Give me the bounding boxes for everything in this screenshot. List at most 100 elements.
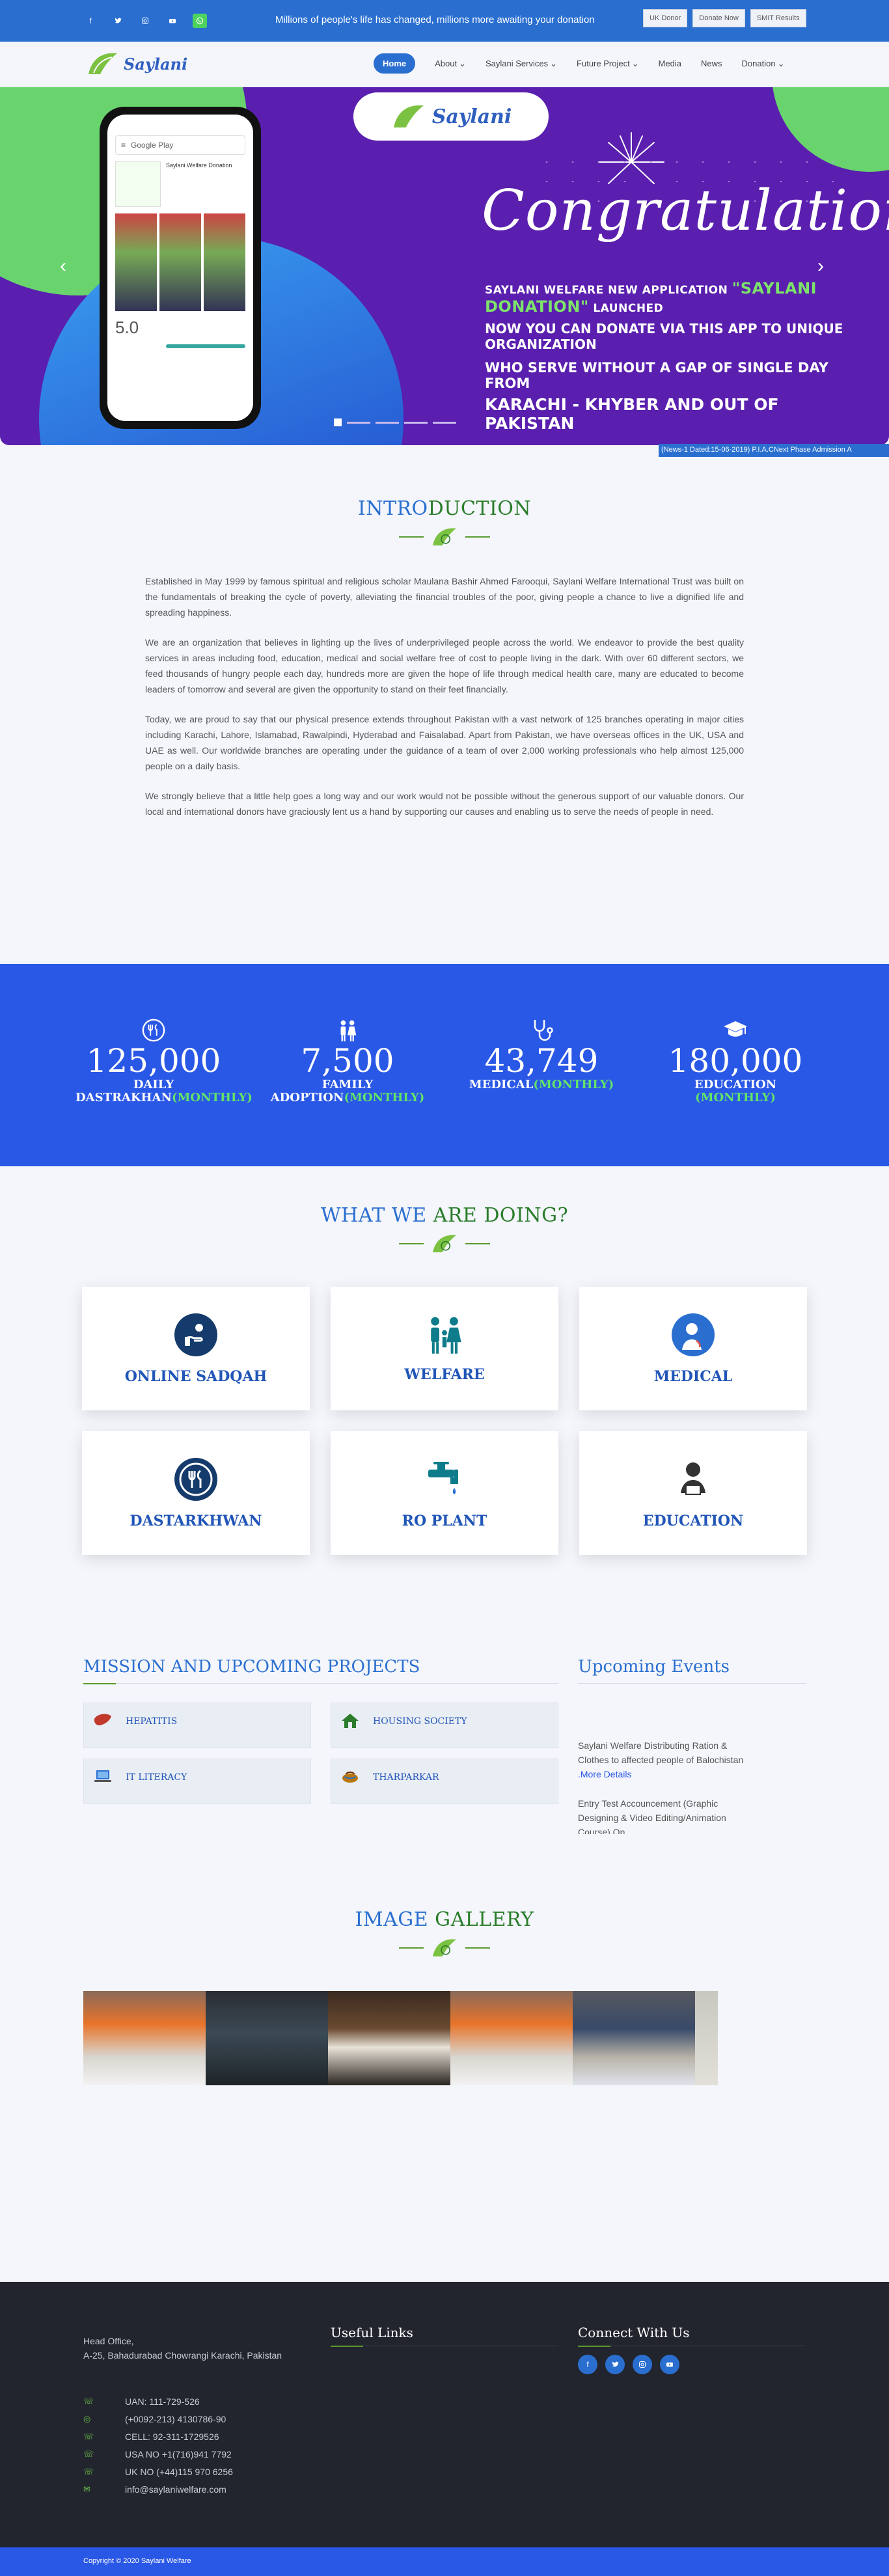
heading-ornament bbox=[0, 1232, 889, 1255]
site-logo[interactable]: Saylani bbox=[86, 48, 203, 79]
twitter-icon[interactable] bbox=[605, 2355, 625, 2374]
gallery-photo[interactable] bbox=[450, 1991, 573, 2085]
instagram-icon[interactable] bbox=[633, 2355, 652, 2374]
gallery-photo[interactable] bbox=[83, 1991, 206, 2085]
service-card-dastarkhwan[interactable]: DASTARKHWAN bbox=[82, 1431, 310, 1555]
facebook-icon[interactable]: f bbox=[83, 14, 98, 28]
carousel-next-icon[interactable]: › bbox=[817, 255, 824, 277]
family-icon bbox=[431, 1317, 461, 1354]
project-it-literacy[interactable]: IT LITERACY bbox=[83, 1759, 311, 1804]
twitter-icon[interactable] bbox=[111, 14, 125, 28]
chevron-down-icon: ⌄ bbox=[777, 58, 785, 68]
stat-value: 125,000 bbox=[86, 1042, 221, 1080]
hero-line-1: Saylani welfare new application "SAYLANI… bbox=[485, 279, 856, 316]
project-label: HEPATITIS bbox=[126, 1716, 178, 1727]
uk-donor-button[interactable]: UK Donor bbox=[643, 9, 688, 27]
hero-text: Saylani welfare new application "SAYLANI… bbox=[485, 279, 856, 433]
instagram-icon[interactable] bbox=[138, 14, 152, 28]
contact-usa[interactable]: ☏ USA NO +1(716)941 7792 bbox=[83, 2445, 233, 2463]
main-navbar: Saylani Home About ⌄ Saylani Services ⌄ Fu… bbox=[0, 42, 889, 87]
services-grid: ONLINE SADQAH WELFARE MEDICAL DASTARKHWA… bbox=[82, 1287, 807, 1555]
app-icon bbox=[115, 161, 161, 207]
service-card-medical[interactable]: MEDICAL bbox=[579, 1287, 807, 1410]
gallery-heading: IMAGE GALLERY bbox=[0, 1908, 889, 1960]
liver-icon bbox=[94, 1714, 111, 1725]
google-play-searchbar: ≡ Google Play bbox=[115, 135, 245, 155]
nav-future-project[interactable]: Future Project ⌄ bbox=[577, 59, 639, 69]
intro-paragraph: Today, we are proud to say that our phys… bbox=[145, 714, 744, 771]
contact-email[interactable]: ✉ info@saylaniwelfare.com bbox=[83, 2480, 233, 2498]
stat-label: EDUCATION (MONTHLY) bbox=[694, 1078, 777, 1104]
nav-donation-label: Donation bbox=[741, 59, 776, 68]
intro-paragraph: We strongly believe that a little help g… bbox=[145, 791, 744, 817]
youtube-icon[interactable] bbox=[660, 2355, 679, 2374]
stat-value: 7,500 bbox=[301, 1042, 394, 1080]
service-card-label: DASTARKHWAN bbox=[130, 1513, 262, 1529]
logo-leaf-icon bbox=[393, 105, 424, 128]
carousel-dot[interactable] bbox=[334, 418, 342, 426]
whatsapp-icon[interactable] bbox=[193, 14, 207, 28]
address-label: Head Office, bbox=[83, 2336, 134, 2346]
gallery-photo[interactable] bbox=[573, 1991, 695, 2085]
service-card-label: ONLINE SADQAH bbox=[124, 1368, 267, 1385]
carousel-dot[interactable] bbox=[433, 422, 456, 424]
logo-wordmark: Saylani bbox=[124, 54, 188, 74]
carousel-dot[interactable] bbox=[347, 422, 370, 424]
phone-icon: ☏ bbox=[83, 2448, 94, 2459]
gallery-photo[interactable] bbox=[328, 1991, 450, 2085]
facebook-icon[interactable]: f bbox=[578, 2355, 597, 2374]
contact-text: info@saylaniwelfare.com bbox=[125, 2484, 226, 2495]
youtube-icon[interactable] bbox=[165, 14, 180, 28]
useful-links-title: Useful Links bbox=[331, 2325, 413, 2340]
contact-cell[interactable]: ☏ CELL: 92-311-1729526 bbox=[83, 2428, 233, 2445]
heading-ornament bbox=[0, 1936, 889, 1960]
service-card-ro-plant[interactable]: RO PLANT bbox=[331, 1431, 558, 1555]
contact-uk[interactable]: ☏ UK NO (+44)115 970 6256 bbox=[83, 2463, 233, 2480]
contact-landline[interactable]: ◎ (+0092-213) 4130786-90 bbox=[83, 2410, 233, 2428]
hero-carousel: ≡ Google Play Saylani Welfare Donation 5… bbox=[0, 87, 889, 445]
nav-home[interactable]: Home bbox=[374, 53, 416, 74]
image-gallery-section: IMAGE GALLERY bbox=[0, 1878, 889, 2282]
service-card-label: MEDICAL bbox=[653, 1368, 733, 1385]
carousel-dot[interactable] bbox=[404, 422, 428, 424]
nav-about[interactable]: About ⌄ bbox=[435, 59, 466, 69]
intro-paragraph: Established in May 1999 by famous spirit… bbox=[145, 576, 744, 618]
hero-line-3: who serve without a gap of single day fr… bbox=[485, 360, 828, 391]
smit-results-button[interactable]: SMIT Results bbox=[750, 9, 806, 27]
nav-media[interactable]: Media bbox=[659, 59, 681, 68]
nav-services-label: Saylani Services bbox=[486, 59, 549, 68]
nav-saylani-services[interactable]: Saylani Services ⌄ bbox=[486, 59, 557, 69]
event-more-link[interactable]: .More Details bbox=[578, 1769, 631, 1779]
stat-label: FAMILY ADOPTION(MONTHLY) bbox=[270, 1078, 425, 1104]
contact-uan[interactable]: ☏ UAN: 111-729-526 bbox=[83, 2392, 233, 2410]
carousel-indicators bbox=[334, 418, 456, 426]
hero-logo-wordmark: Saylani bbox=[431, 105, 512, 128]
carousel-prev-icon[interactable]: ‹ bbox=[60, 255, 66, 277]
service-card-education[interactable]: EDUCATION bbox=[579, 1431, 807, 1555]
nav-future-label: Future Project bbox=[577, 59, 630, 68]
services-heading: WHAT WE ARE DOING? bbox=[0, 1204, 889, 1255]
graduation-cap-icon bbox=[724, 1021, 747, 1037]
nav-news[interactable]: News bbox=[701, 59, 722, 68]
project-hepatitis[interactable]: HEPATITIS bbox=[83, 1703, 311, 1748]
intro-title-a: INTRO bbox=[357, 497, 428, 520]
project-tharparkar[interactable]: THARPARKAR bbox=[331, 1759, 558, 1804]
app-name: Saylani Welfare Donation bbox=[166, 162, 232, 169]
hero-line-2: now you can donate via this app to uniqu… bbox=[485, 321, 843, 352]
footer-contacts: ☏ UAN: 111-729-526 ◎ (+0092-213) 4130786-9… bbox=[83, 2392, 233, 2498]
nav-donation[interactable]: Donation ⌄ bbox=[742, 59, 785, 69]
store-name: Google Play bbox=[131, 141, 174, 150]
rating-bar bbox=[166, 344, 245, 348]
chevron-down-icon: ⌄ bbox=[550, 58, 558, 68]
menu-icon: ≡ bbox=[121, 141, 126, 150]
gallery-photo[interactable] bbox=[206, 1991, 328, 2085]
donate-now-button[interactable]: Donate Now bbox=[692, 9, 745, 27]
carousel-dot[interactable] bbox=[376, 422, 399, 424]
service-card-welfare[interactable]: WELFARE bbox=[331, 1287, 558, 1410]
sadqah-hand-icon bbox=[174, 1313, 217, 1356]
service-card-online-sadqah[interactable]: ONLINE SADQAH bbox=[82, 1287, 310, 1410]
news-ticker[interactable]: (News-1 Dated:15-06-2019) P.I.A.CNext Ph… bbox=[659, 444, 889, 457]
project-housing-society[interactable]: HOUSING SOCIETY bbox=[331, 1703, 558, 1748]
gallery-photo[interactable] bbox=[695, 1991, 718, 2085]
hero-line-1-pre: Saylani welfare new application bbox=[485, 284, 728, 297]
